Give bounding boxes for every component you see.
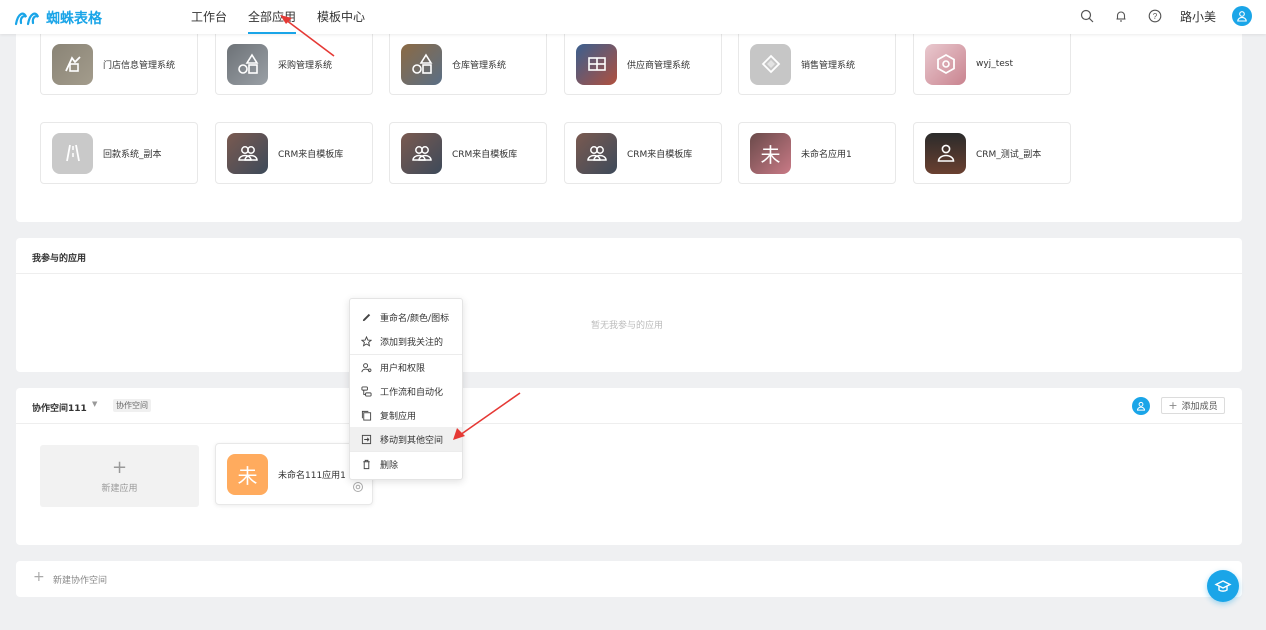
help-icon[interactable]: ? bbox=[1146, 7, 1164, 25]
user-icon bbox=[1136, 401, 1146, 411]
nav-workbench[interactable]: 工作台 bbox=[191, 0, 227, 34]
app-card[interactable]: CRM来自模板库 bbox=[215, 122, 373, 184]
plus-icon: + bbox=[1168, 399, 1178, 412]
menu-workflow[interactable]: 工作流和自动化 bbox=[350, 379, 462, 403]
shapes-icon bbox=[401, 43, 442, 85]
app-name: CRM来自模板库 bbox=[278, 149, 344, 160]
add-member-button[interactable]: + 添加成员 bbox=[1161, 397, 1225, 414]
app-context-menu: 重命名/颜色/图标 添加到我关注的 用户和权限 工作流和自动化 复制应用 移动到… bbox=[349, 298, 463, 480]
new-app-button[interactable]: + 新建应用 bbox=[40, 445, 199, 507]
app-name: 未命名应用1 bbox=[801, 149, 852, 160]
users-icon bbox=[576, 132, 617, 174]
app-card[interactable]: CRM来自模板库 bbox=[564, 122, 722, 184]
grid-icon bbox=[576, 43, 617, 85]
app-name: 采购管理系统 bbox=[278, 60, 333, 71]
member-avatar[interactable] bbox=[1132, 397, 1150, 415]
app-name: wyj_test bbox=[976, 59, 1013, 69]
help-fab-button[interactable] bbox=[1207, 570, 1239, 602]
app-name: 门店信息管理系统 bbox=[103, 60, 176, 71]
user-icon bbox=[925, 132, 966, 174]
app-card[interactable]: CRM_测试_副本 bbox=[913, 122, 1071, 184]
menu-add-favorite[interactable]: 添加到我关注的 bbox=[350, 329, 462, 353]
plus-icon: + bbox=[111, 456, 128, 478]
text-icon: 未 bbox=[227, 453, 268, 495]
graduation-cap-icon bbox=[1214, 580, 1232, 592]
hexagon-icon bbox=[925, 43, 966, 85]
user-icon bbox=[1237, 11, 1247, 22]
brand-logo[interactable]: 蜘蛛表格 bbox=[14, 8, 102, 28]
copy-icon bbox=[361, 410, 372, 421]
app-card[interactable]: 销售管理系统 bbox=[738, 34, 896, 95]
new-workspace-bar[interactable]: + 新建协作空间 bbox=[16, 561, 1242, 597]
pencil-icon bbox=[362, 313, 371, 321]
shapes-icon bbox=[227, 43, 268, 85]
settings-icon[interactable] bbox=[352, 481, 364, 493]
users-icon bbox=[227, 132, 268, 174]
app-name: CRM_测试_副本 bbox=[976, 149, 1042, 160]
app-card[interactable]: wyj_test bbox=[913, 34, 1071, 95]
handshake-icon bbox=[750, 43, 791, 85]
menu-move-to-space[interactable]: 移动到其他空间 bbox=[350, 427, 462, 451]
app-name: 销售管理系统 bbox=[801, 60, 856, 71]
app-card[interactable]: 供应商管理系统 bbox=[564, 34, 722, 95]
user-avatar[interactable] bbox=[1232, 6, 1252, 26]
username[interactable]: 路小美 bbox=[1180, 8, 1216, 25]
workflow-icon bbox=[361, 385, 372, 397]
section-title: 我参与的应用 bbox=[32, 254, 87, 264]
nav-template-center[interactable]: 模板中心 bbox=[317, 0, 365, 34]
workspace-panel: 协作空间111 ▼ 协作空间 + 添加成员 bbox=[16, 388, 1242, 545]
menu-copy-app[interactable]: 复制应用 bbox=[350, 403, 462, 427]
app-name: CRM来自模板库 bbox=[627, 149, 693, 160]
app-name: 供应商管理系统 bbox=[627, 60, 691, 71]
app-name: 未命名111应用1 bbox=[278, 470, 346, 481]
app-card[interactable]: 仓库管理系统 bbox=[389, 34, 547, 95]
empty-state-text: 暂无我参与的应用 bbox=[591, 321, 664, 331]
topbar-right: ? 路小美 bbox=[1078, 6, 1252, 26]
menu-delete[interactable]: 删除 bbox=[350, 452, 462, 476]
caret-down-icon[interactable]: ▼ bbox=[92, 400, 97, 408]
move-icon bbox=[361, 434, 372, 444]
plus-icon: + bbox=[33, 569, 45, 585]
users-icon bbox=[401, 132, 442, 174]
menu-rename[interactable]: 重命名/颜色/图标 bbox=[350, 305, 462, 329]
nav-all-apps[interactable]: 全部应用 bbox=[248, 0, 297, 34]
app-card[interactable]: 采购管理系统 bbox=[215, 34, 373, 95]
trash-icon bbox=[363, 459, 370, 469]
app-card[interactable]: CRM来自模板库 bbox=[389, 122, 547, 184]
road-icon bbox=[52, 132, 93, 174]
app-card[interactable]: 门店信息管理系统 bbox=[40, 34, 198, 95]
text-icon: 未 bbox=[750, 132, 791, 174]
participated-panel: 我参与的应用 暂无我参与的应用 bbox=[16, 238, 1242, 372]
star-icon bbox=[361, 335, 372, 347]
app-card[interactable]: 回款系统_副本 bbox=[40, 122, 198, 184]
search-icon[interactable] bbox=[1078, 7, 1096, 25]
main-nav: 工作台 全部应用 模板中心 bbox=[191, 0, 386, 34]
spider-logo-icon bbox=[14, 12, 40, 26]
bell-icon[interactable] bbox=[1112, 7, 1130, 25]
brand-name: 蜘蛛表格 bbox=[46, 11, 102, 27]
app-name: 回款系统_副本 bbox=[103, 149, 162, 160]
store-icon bbox=[52, 43, 93, 85]
app-card[interactable]: 未 未命名应用1 bbox=[738, 122, 896, 184]
menu-user-permission[interactable]: 用户和权限 bbox=[350, 355, 462, 379]
top-bar: 蜘蛛表格 工作台 全部应用 模板中心 ? 路小美 bbox=[0, 0, 1266, 34]
workspace-tag: 协作空间 bbox=[113, 399, 151, 412]
svg-text:?: ? bbox=[1153, 12, 1158, 21]
app-name: CRM来自模板库 bbox=[452, 149, 518, 160]
workspace-name[interactable]: 协作空间111 bbox=[32, 401, 87, 414]
new-workspace-label: 新建协作空间 bbox=[53, 576, 108, 586]
app-name: 仓库管理系统 bbox=[452, 60, 507, 71]
user-permission-icon bbox=[361, 362, 372, 372]
